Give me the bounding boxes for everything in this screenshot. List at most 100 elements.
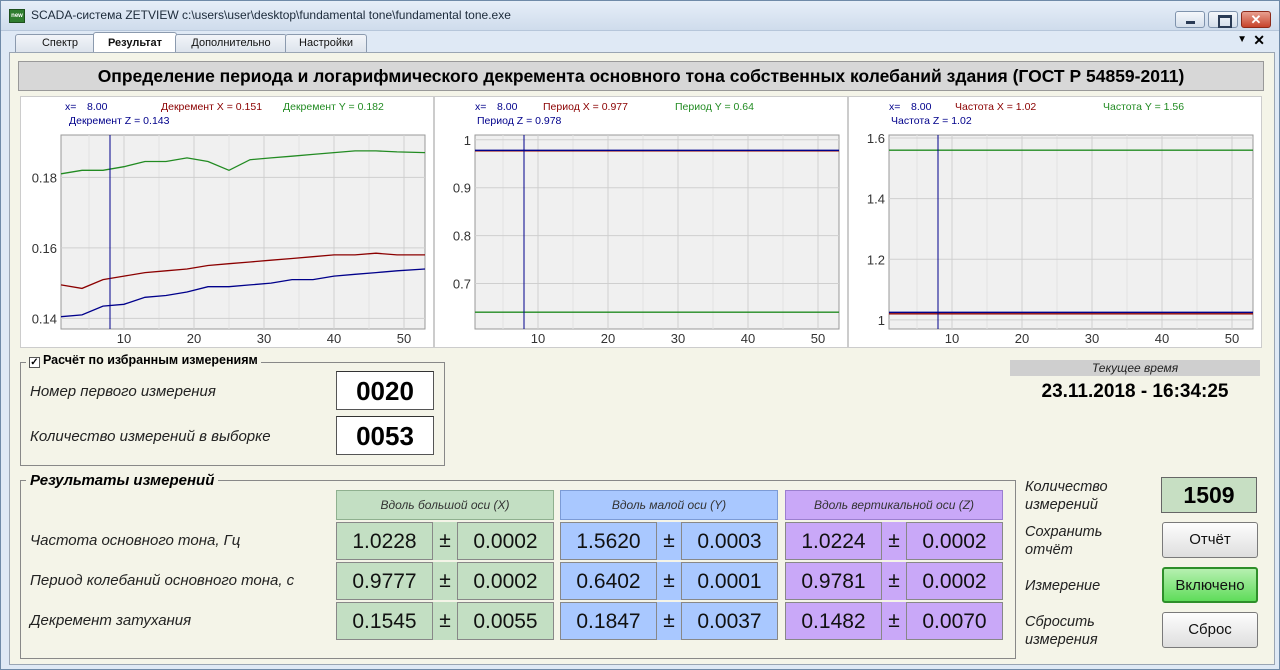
chart-annotation: Период X = 0.977 xyxy=(543,101,628,113)
decrement-x-value: 0.1545 xyxy=(336,602,433,640)
close-icon: ✕ xyxy=(1250,12,1262,27)
plot-area xyxy=(474,134,840,330)
minimize-button[interactable] xyxy=(1175,11,1205,28)
y-tick-label: 1.6 xyxy=(867,131,885,146)
x-tick-label: 40 xyxy=(327,331,341,346)
y-tick-label: 0.14 xyxy=(32,311,57,326)
measurement-toggle-button[interactable]: Включено xyxy=(1162,567,1258,603)
column-header-z: Вдоль вертикальной оси (Z) xyxy=(785,490,1003,520)
sample-count-field[interactable]: 0053 xyxy=(336,416,434,455)
checkbox-check-icon[interactable]: ✓ xyxy=(29,357,40,368)
y-tick-label: 0.7 xyxy=(453,276,471,291)
tab-spectrum[interactable]: Спектр xyxy=(15,34,105,52)
x-tick-label: 20 xyxy=(601,331,615,346)
chart-annotation: x= xyxy=(889,101,900,113)
measurement-count-label: Количество измерений xyxy=(1025,479,1108,513)
x-tick-label: 50 xyxy=(811,331,825,346)
frequency-chart[interactable]: 10 20 30 40 50 1 1.2 1.4 1.6 x= 8.00 Частота X = 1.… xyxy=(848,96,1262,348)
y-tick-label: 1.2 xyxy=(867,252,885,267)
x-tick-label: 30 xyxy=(671,331,685,346)
plus-minus-sign: ± xyxy=(882,562,906,600)
chart-annotation: Частота Y = 1.56 xyxy=(1103,101,1184,113)
decrement-y-value: 0.1847 xyxy=(560,602,657,640)
reset-button[interactable]: Сброс xyxy=(1162,612,1258,648)
tab-additional[interactable]: Дополнительно xyxy=(175,34,287,52)
measurement-count-value: 1509 xyxy=(1161,477,1257,513)
chart-annotation: x= xyxy=(475,101,486,113)
x-tick-label: 10 xyxy=(945,331,959,346)
tab-close-icon[interactable]: ✕ xyxy=(1253,32,1265,49)
y-tick-label: 0.16 xyxy=(32,241,57,256)
plus-minus-sign: ± xyxy=(433,562,457,600)
app-window: new SCADA-система ZETVIEW c:\users\user\… xyxy=(0,0,1280,670)
period-y-value: 0.6402 xyxy=(560,562,657,600)
report-button[interactable]: Отчёт xyxy=(1162,522,1258,558)
first-measurement-label: Номер первого измерения xyxy=(30,383,216,400)
tab-result[interactable]: Результат xyxy=(93,32,177,52)
frequency-y-error: 0.0003 xyxy=(681,522,778,560)
current-time-label: Текущее время xyxy=(1010,360,1260,376)
plot-area xyxy=(60,134,426,330)
title-bar[interactable]: new SCADA-система ZETVIEW c:\users\user\… xyxy=(1,1,1279,31)
x-tick-label: 50 xyxy=(1225,331,1239,346)
app-icon: new xyxy=(9,9,25,23)
column-header-y: Вдоль малой оси (Y) xyxy=(560,490,778,520)
selection-checkbox[interactable]: ✓ Расчёт по избранным измерениям xyxy=(26,353,261,368)
chart-annotation: Период Z = 0.978 xyxy=(477,115,562,127)
decrement-z-value: 0.1482 xyxy=(785,602,882,640)
plot-area xyxy=(888,134,1254,330)
decrement-chart[interactable]: 10 20 30 40 50 0.14 0.16 0.18 x= 8.00 Декремент X … xyxy=(20,96,434,348)
y-tick-label: 0.9 xyxy=(453,181,471,196)
plus-minus-sign: ± xyxy=(657,522,681,560)
period-chart[interactable]: 10 20 30 40 50 0.7 0.8 0.9 1 x= 8.00 Период X = 0.9… xyxy=(434,96,848,348)
plus-minus-sign: ± xyxy=(657,602,681,640)
chart-annotation: 8.00 xyxy=(87,101,108,113)
chart-annotation: 8.00 xyxy=(911,101,932,113)
chart-annotation: Декремент Y = 0.182 xyxy=(283,101,384,113)
close-button[interactable]: ✕ xyxy=(1241,11,1271,28)
plus-minus-sign: ± xyxy=(882,522,906,560)
tab-menu-chevron-down-icon[interactable]: ▼ xyxy=(1237,34,1247,45)
period-x-error: 0.0002 xyxy=(457,562,554,600)
frequency-z-value: 1.0224 xyxy=(785,522,882,560)
chart-annotation: Декремент Z = 0.143 xyxy=(69,115,170,127)
period-z-error: 0.0002 xyxy=(906,562,1003,600)
y-tick-label: 1 xyxy=(878,313,885,328)
plus-minus-sign: ± xyxy=(433,602,457,640)
frequency-z-error: 0.0002 xyxy=(906,522,1003,560)
result-row-label-decrement: Декремент затухания xyxy=(30,612,192,629)
x-tick-label: 40 xyxy=(741,331,755,346)
plus-minus-sign: ± xyxy=(882,602,906,640)
plus-minus-sign: ± xyxy=(657,562,681,600)
y-tick-label: 1.4 xyxy=(867,192,885,207)
decrement-z-error: 0.0070 xyxy=(906,602,1003,640)
chart-annotation: Период Y = 0.64 xyxy=(675,101,754,113)
reset-measurements-label: Сбросить измерения xyxy=(1025,614,1098,648)
x-tick-label: 20 xyxy=(1015,331,1029,346)
decrement-x-error: 0.0055 xyxy=(457,602,554,640)
x-tick-label: 40 xyxy=(1155,331,1169,346)
first-measurement-field[interactable]: 0020 xyxy=(336,371,434,410)
y-tick-label: 0.18 xyxy=(32,170,57,185)
tab-strip: Спектр Результат Дополнительно Настройки… xyxy=(9,32,1275,52)
period-z-value: 0.9781 xyxy=(785,562,882,600)
selection-checkbox-label: Расчёт по избранным измерениям xyxy=(43,353,258,367)
chart-annotation: Частота X = 1.02 xyxy=(955,101,1036,113)
chart-annotation: x= xyxy=(65,101,76,113)
measurement-label: Измерение xyxy=(1025,578,1101,594)
column-header-x: Вдоль большой оси (X) xyxy=(336,490,554,520)
x-tick-label: 30 xyxy=(257,331,271,346)
tab-settings[interactable]: Настройки xyxy=(285,34,367,52)
page-title: Определение периода и логарифмического д… xyxy=(18,61,1264,91)
frequency-x-error: 0.0002 xyxy=(457,522,554,560)
maximize-button[interactable] xyxy=(1208,11,1238,28)
chart-annotation: Декремент X = 0.151 xyxy=(161,101,262,113)
result-row-label-frequency: Частота основного тона, Гц xyxy=(30,532,241,549)
result-panel: Определение периода и логарифмического д… xyxy=(9,52,1275,665)
period-y-error: 0.0001 xyxy=(681,562,778,600)
x-tick-label: 10 xyxy=(117,331,131,346)
y-tick-label: 0.8 xyxy=(453,229,471,244)
results-title: Результаты измерений xyxy=(26,472,219,489)
current-time-value: 23.11.2018 - 16:34:25 xyxy=(1041,381,1229,402)
x-tick-label: 20 xyxy=(187,331,201,346)
